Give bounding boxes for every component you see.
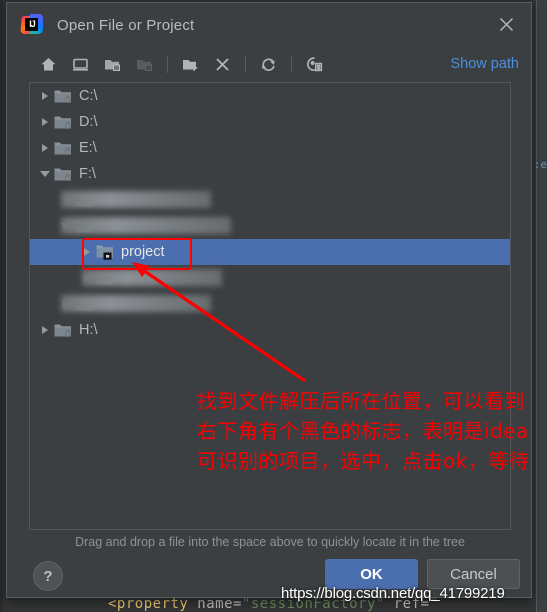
dialog-titlebar: IJ Open File or Project: [7, 3, 531, 47]
tree-row-label: H:\: [79, 322, 98, 338]
drive-folder-icon: [54, 317, 74, 343]
toolbar-separator-2: [245, 55, 246, 73]
tree-row-label: D:\: [79, 114, 98, 130]
new-folder-icon[interactable]: [177, 51, 203, 77]
tree-row-h[interactable]: H:\: [30, 317, 510, 343]
home-icon[interactable]: [35, 51, 61, 77]
censored-label: [82, 269, 222, 286]
dialog-toolbar: Show path: [7, 47, 531, 81]
tree-row-c[interactable]: C:\: [30, 83, 510, 109]
tree-row-e[interactable]: E:\: [30, 135, 510, 161]
table-row[interactable]: [30, 291, 510, 317]
drive-folder-icon: [54, 161, 74, 187]
table-row[interactable]: [30, 265, 510, 291]
tree-row-project[interactable]: project: [30, 239, 510, 265]
expand-folder-icon[interactable]: [99, 51, 125, 77]
toolbar-separator-1: [167, 55, 168, 73]
tree-row-d[interactable]: D:\: [30, 109, 510, 135]
tree-row-label: F:\: [79, 166, 96, 182]
chevron-down-icon[interactable]: [36, 161, 54, 187]
tree-row-indent: [30, 239, 78, 265]
tree-row-label: C:\: [79, 88, 98, 104]
show-path-link[interactable]: Show path: [450, 56, 519, 72]
table-row[interactable]: [30, 187, 510, 213]
chevron-right-icon[interactable]: [78, 239, 96, 265]
open-file-or-project-dialog: IJ Open File or Project Show path C:\ D:…: [6, 2, 532, 598]
editor-background-text: :e: [533, 158, 547, 171]
editor-right-strip: [536, 0, 547, 612]
desktop-icon[interactable]: [67, 51, 93, 77]
collapse-folder-icon: [131, 51, 157, 77]
chevron-right-icon[interactable]: [36, 109, 54, 135]
drive-folder-icon: [54, 83, 74, 109]
watermark-url: https://blog.csdn.net/qq_41799219: [281, 585, 505, 602]
tree-row-label: E:\: [79, 140, 97, 156]
drag-drop-hint: Drag and drop a file into the space abov…: [75, 535, 465, 549]
chevron-right-icon[interactable]: [36, 83, 54, 109]
tree-row-indent: [30, 187, 57, 213]
dialog-title: Open File or Project: [57, 16, 195, 34]
intellij-idea-logo-icon: IJ: [20, 14, 43, 36]
chevron-right-icon[interactable]: [36, 135, 54, 161]
editor-gutter: [0, 0, 3, 612]
help-button[interactable]: ?: [33, 561, 63, 591]
tree-row-f[interactable]: F:\: [30, 161, 510, 187]
censored-label: [61, 295, 211, 312]
close-icon[interactable]: [493, 11, 519, 37]
tree-row-indent: [30, 265, 78, 291]
refresh-icon[interactable]: [255, 51, 281, 77]
table-row[interactable]: [30, 213, 510, 239]
tree-row-label: project: [121, 244, 165, 260]
drive-folder-icon: [54, 109, 74, 135]
toolbar-separator-3: [291, 55, 292, 73]
drive-folder-icon: [54, 135, 74, 161]
censored-label: [61, 191, 211, 208]
chevron-right-icon[interactable]: [36, 317, 54, 343]
censored-label: [61, 217, 231, 234]
delete-icon[interactable]: [209, 51, 235, 77]
module-folder-icon: [96, 239, 116, 265]
file-tree[interactable]: C:\ D:\ E:\ F:\ project H:\: [29, 82, 511, 530]
tree-row-indent: [30, 291, 57, 317]
tree-row-indent: [30, 213, 57, 239]
show-hidden-files-icon[interactable]: [301, 51, 327, 77]
